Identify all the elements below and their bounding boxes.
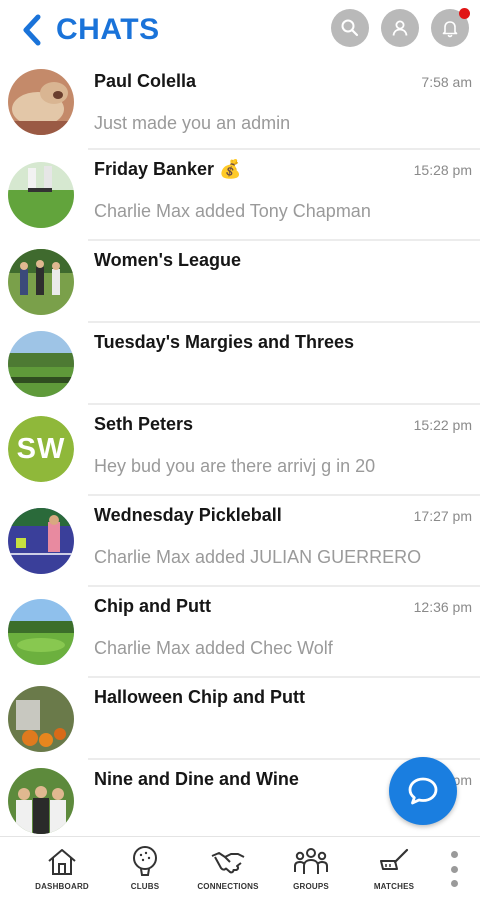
fairway-photo-avatar — [8, 331, 74, 397]
notifications-button[interactable] — [431, 8, 470, 47]
house-icon — [46, 845, 78, 879]
golf-ball-icon — [129, 845, 161, 879]
chat-row-chip-and-putt[interactable]: Chip and Putt 12:36 pm Charlie Max added… — [0, 587, 480, 678]
chat-name: Nine and Dine and Wine — [94, 769, 299, 789]
nav-label: CLUBS — [130, 882, 160, 891]
chat-row-seth-peters[interactable]: SW Seth Peters 15:22 pm Hey bud you are … — [0, 405, 480, 496]
nav-label: GROUPS — [293, 882, 329, 891]
nav-clubs[interactable]: CLUBS — [106, 845, 184, 891]
group-photo-avatar — [8, 768, 74, 834]
nav-matches[interactable]: MATCHES — [355, 845, 433, 891]
back-chevron-icon[interactable] — [18, 12, 46, 48]
bell-icon — [442, 21, 458, 38]
search-button[interactable] — [331, 9, 369, 47]
chat-preview: Charlie Max added JULIAN GUERRERO — [94, 547, 422, 567]
chat-time: 15:28 pm — [413, 162, 472, 178]
chat-list: Paul Colella 7:58 am Just made you an ad… — [0, 62, 480, 836]
chat-preview: Hey bud you are there arrivj g in 20 — [94, 456, 376, 476]
notification-badge — [459, 8, 470, 19]
chat-row-paul-colella[interactable]: Paul Colella 7:58 am Just made you an ad… — [0, 62, 480, 150]
nav-label: CONNECTIONS — [197, 882, 259, 891]
nav-connections[interactable]: CONNECTIONS — [189, 845, 267, 891]
chat-name: Tuesday's Margies and Threes — [94, 332, 355, 352]
chat-bubble-icon — [408, 777, 438, 805]
chat-row-friday-banker[interactable]: Friday Banker 💰 15:28 pm Charlie Max add… — [0, 150, 480, 241]
nav-label: DASHBOARD — [35, 882, 89, 891]
chat-name: Wednesday Pickleball — [94, 505, 282, 525]
golfers-photo-avatar — [8, 249, 74, 315]
nav-groups[interactable]: GROUPS — [272, 845, 350, 891]
chat-row-wednesday-pickleball[interactable]: Wednesday Pickleball 17:27 pm Charlie Ma… — [0, 496, 480, 587]
chat-time: 7:58 am — [421, 74, 472, 90]
pumpkins-photo-avatar — [8, 686, 74, 752]
chat-time: 15:22 pm — [413, 417, 472, 433]
chat-name: Paul Colella — [94, 71, 197, 91]
chat-name: Chip and Putt — [94, 596, 211, 616]
initials-avatar: SW — [8, 416, 74, 482]
nav-dashboard[interactable]: DASHBOARD — [23, 845, 101, 891]
golf-course-photo-avatar — [8, 162, 74, 228]
green-photo-avatar — [8, 599, 74, 665]
chat-preview: Charlie Max added Tony Chapman — [94, 201, 371, 221]
chat-row-womens-league[interactable]: Women's League — [0, 241, 480, 323]
new-chat-button[interactable] — [389, 757, 457, 825]
dog-photo-avatar — [8, 69, 74, 135]
chat-preview: Just made you an admin — [94, 113, 291, 133]
golf-club-icon — [377, 845, 411, 879]
chat-row-tuesdays-margies[interactable]: Tuesday's Margies and Threes — [0, 323, 480, 405]
chat-preview: Charlie Max added Chec Wolf — [94, 638, 333, 658]
profile-button[interactable] — [381, 9, 419, 47]
chat-name: Halloween Chip and Putt — [94, 687, 306, 707]
handshake-icon — [210, 845, 246, 879]
chat-row-halloween-chip-and-putt[interactable]: Halloween Chip and Putt — [0, 678, 480, 760]
more-options-icon[interactable] — [446, 851, 462, 887]
chat-name: Seth Peters — [94, 414, 194, 434]
profile-icon — [392, 20, 408, 36]
people-icon — [293, 845, 329, 879]
search-icon — [341, 19, 359, 37]
page-title: CHATS — [56, 13, 160, 46]
avatar-initials: SW — [8, 416, 74, 482]
nav-label: MATCHES — [373, 882, 415, 891]
pickleball-photo-avatar — [8, 508, 74, 574]
bottom-nav: DASHBOARD CLUBS CONNECTIONS GROUPS MATCH… — [0, 836, 480, 900]
chat-name: Women's League — [94, 250, 241, 270]
header: CHATS — [0, 0, 480, 62]
chat-name: Friday Banker 💰 — [94, 159, 242, 179]
chat-time: 12:36 pm — [413, 599, 472, 615]
chat-time: 17:27 pm — [413, 508, 472, 524]
